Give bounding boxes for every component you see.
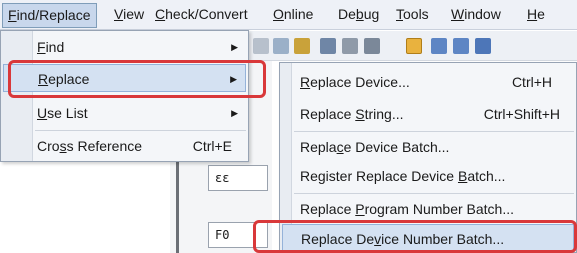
menu-item-label: Register Replace Device Batch... (300, 168, 506, 184)
menu-debug[interactable]: Debug (333, 3, 384, 28)
shortcut-label: Ctrl+H (511, 74, 552, 90)
device-icon[interactable] (253, 38, 269, 54)
cross-reference-icon[interactable] (406, 38, 422, 54)
menu-item-label: Find (37, 39, 65, 55)
dev-window-icon[interactable] (475, 38, 491, 54)
list-icon[interactable] (431, 38, 447, 54)
highlight-replace-device-number-batch (253, 220, 577, 253)
menu-item-label: Replace Program Number Batch... (300, 201, 514, 217)
menu-separator (294, 131, 574, 132)
table-icon[interactable] (453, 38, 469, 54)
menu-item-replace-program-number-batch[interactable]: Replace Program Number Batch... (282, 195, 574, 223)
toolbar (248, 31, 577, 61)
menu-separator (294, 193, 574, 194)
menu-item-replace-string[interactable]: Replace String... Ctrl+Shift+H (282, 100, 574, 128)
abc-replace-icon[interactable] (342, 38, 358, 54)
menu-item-label: Replace Device Batch... (300, 139, 450, 155)
menu-item-find[interactable]: Find ▶ (3, 33, 246, 61)
menu-online[interactable]: Online (268, 3, 318, 28)
submenu-arrow-icon: ▶ (231, 108, 238, 118)
menu-tools[interactable]: Tools (391, 3, 434, 28)
bit-replace-icon[interactable] (364, 38, 380, 54)
menu-separator (35, 130, 246, 131)
menu-item-use-list[interactable]: Use List ▶ (3, 99, 246, 127)
device-search-icon[interactable] (320, 38, 336, 54)
menu-window[interactable]: Window (446, 3, 506, 28)
submenu-arrow-icon: ▶ (231, 42, 238, 52)
menu-item-replace-device-batch[interactable]: Replace Device Batch... (282, 133, 574, 161)
highlight-replace (8, 60, 266, 98)
menu-item-register-replace-device-batch[interactable]: Register Replace Device Batch... (282, 162, 574, 190)
menu-item-replace-device[interactable]: Replace Device... Ctrl+H (282, 68, 574, 96)
menu-view[interactable]: View (109, 3, 149, 28)
menu-find-replace[interactable]: Find/Replace (2, 3, 97, 28)
ladder-icon[interactable] (273, 38, 289, 54)
menu-item-label: Replace Device... (300, 74, 410, 90)
menu-item-cross-reference[interactable]: Cross Reference Ctrl+E (3, 132, 246, 160)
monitor-icon[interactable] (294, 38, 310, 54)
menu-item-label: Replace String... (300, 106, 404, 122)
menu-bar: Find/Replace View Check/Convert Online D… (0, 0, 577, 30)
menu-item-label: Use List (37, 105, 88, 121)
menu-item-label: Cross Reference (37, 138, 143, 154)
shortcut-label: Ctrl+Shift+H (483, 106, 560, 122)
ladder-cell: εε (208, 165, 268, 191)
menu-help[interactable]: He (522, 3, 550, 28)
menu-check-convert[interactable]: Check/Convert (150, 3, 253, 28)
shortcut-label: Ctrl+E (192, 138, 232, 154)
